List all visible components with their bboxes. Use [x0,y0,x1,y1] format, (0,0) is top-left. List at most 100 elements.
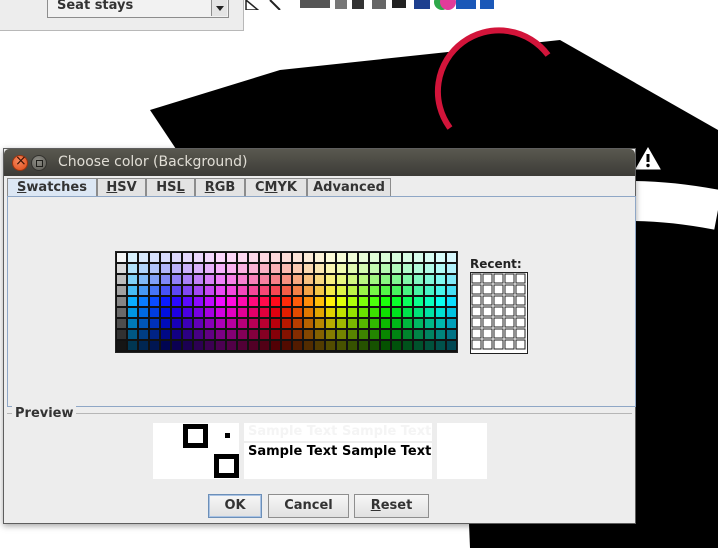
color-swatch[interactable] [238,330,247,339]
color-swatch[interactable] [315,286,324,295]
recent-swatch[interactable] [515,306,526,317]
color-swatch[interactable] [370,275,379,284]
color-swatch[interactable] [447,253,456,262]
color-swatch[interactable] [403,286,412,295]
color-swatch[interactable] [337,330,346,339]
color-swatch[interactable] [216,341,225,350]
color-swatch[interactable] [348,330,357,339]
color-swatch[interactable] [260,275,269,284]
color-swatch[interactable] [304,319,313,328]
color-swatch[interactable] [216,286,225,295]
color-swatch[interactable] [304,275,313,284]
recent-swatch[interactable] [471,306,482,317]
color-swatch[interactable] [436,297,445,306]
color-swatch[interactable] [128,253,137,262]
color-swatch[interactable] [304,341,313,350]
color-swatch[interactable] [392,297,401,306]
color-swatch[interactable] [348,297,357,306]
color-swatch[interactable] [150,253,159,262]
color-swatch[interactable] [315,253,324,262]
color-swatch[interactable] [117,330,126,339]
color-swatch[interactable] [194,297,203,306]
color-swatch[interactable] [117,319,126,328]
color-swatch[interactable] [381,319,390,328]
color-swatch[interactable] [348,308,357,317]
color-swatch[interactable] [260,297,269,306]
color-swatch[interactable] [326,297,335,306]
color-swatch[interactable] [271,275,280,284]
color-swatch[interactable] [381,275,390,284]
recent-swatch[interactable] [515,339,526,350]
color-swatch[interactable] [238,264,247,273]
color-swatch[interactable] [425,319,434,328]
color-swatch[interactable] [425,297,434,306]
dialog-titlebar[interactable]: Choose color (Background) [4,149,635,176]
color-swatch[interactable] [348,253,357,262]
color-swatch[interactable] [403,341,412,350]
tab-rgb[interactable]: RGB [195,178,245,196]
color-swatch[interactable] [304,297,313,306]
recent-swatch[interactable] [504,273,515,284]
reset-button[interactable]: Reset [354,494,429,518]
color-swatch[interactable] [414,275,423,284]
color-swatch[interactable] [260,264,269,273]
color-swatch[interactable] [315,330,324,339]
color-swatch[interactable] [359,253,368,262]
recent-swatch[interactable] [493,328,504,339]
color-swatch[interactable] [161,253,170,262]
color-swatch[interactable] [414,341,423,350]
color-swatch[interactable] [337,341,346,350]
color-swatch[interactable] [282,308,291,317]
recent-swatch[interactable] [482,273,493,284]
color-swatch[interactable] [172,319,181,328]
color-swatch[interactable] [381,330,390,339]
color-swatch[interactable] [447,275,456,284]
part-selector-combo[interactable]: Seat stays [47,0,229,18]
toolbar-icons[interactable] [240,0,520,10]
color-swatch[interactable] [227,286,236,295]
color-swatch[interactable] [150,308,159,317]
color-swatch[interactable] [425,308,434,317]
color-swatch[interactable] [304,308,313,317]
color-swatch[interactable] [238,341,247,350]
recent-swatch[interactable] [471,339,482,350]
recent-swatch[interactable] [493,317,504,328]
color-swatch[interactable] [205,308,214,317]
color-swatch[interactable] [436,308,445,317]
color-swatch[interactable] [315,297,324,306]
recent-swatch[interactable] [493,306,504,317]
cancel-button[interactable]: Cancel [268,494,349,518]
recent-swatch[interactable] [515,295,526,306]
color-swatch[interactable] [227,253,236,262]
color-swatch[interactable] [216,308,225,317]
color-swatch[interactable] [260,308,269,317]
color-swatch[interactable] [392,275,401,284]
color-swatch[interactable] [436,341,445,350]
color-swatch[interactable] [403,308,412,317]
recent-swatch[interactable] [471,328,482,339]
recent-swatch[interactable] [504,339,515,350]
color-swatch[interactable] [260,341,269,350]
color-swatch[interactable] [282,253,291,262]
tab-swatches[interactable]: Swatches [7,178,97,197]
color-swatch[interactable] [337,264,346,273]
color-swatch[interactable] [359,341,368,350]
recent-swatch[interactable] [504,306,515,317]
color-swatch[interactable] [348,275,357,284]
recent-swatch[interactable] [504,284,515,295]
color-swatch[interactable] [315,275,324,284]
color-swatch[interactable] [216,275,225,284]
color-swatch[interactable] [139,264,148,273]
tab-hsv[interactable]: HSV [97,178,146,196]
recent-swatch[interactable] [493,284,504,295]
color-swatch[interactable] [370,264,379,273]
color-swatch[interactable] [370,308,379,317]
color-swatch[interactable] [304,253,313,262]
color-swatch[interactable] [359,264,368,273]
color-swatch[interactable] [128,341,137,350]
color-swatch[interactable] [227,275,236,284]
color-swatch[interactable] [183,286,192,295]
color-swatch[interactable] [414,264,423,273]
color-swatch[interactable] [381,253,390,262]
recent-swatch[interactable] [493,273,504,284]
